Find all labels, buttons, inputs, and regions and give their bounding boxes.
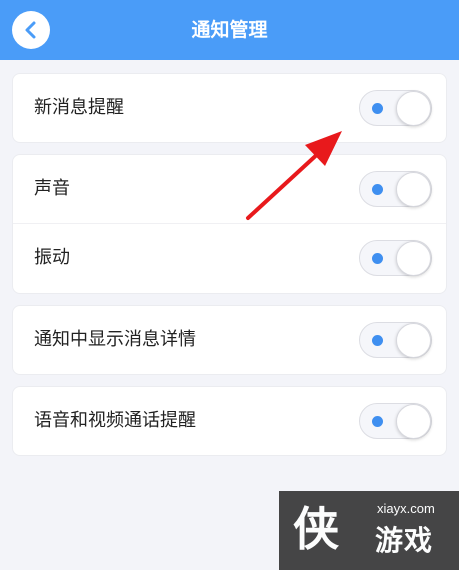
- settings-card-new-message: 新消息提醒: [12, 73, 447, 143]
- setting-row-sound: 声音: [13, 155, 446, 223]
- setting-label-vibration: 振动: [34, 247, 70, 268]
- setting-label-sound: 声音: [34, 178, 70, 199]
- toggle-knob: [396, 241, 431, 276]
- setting-label-show-details: 通知中显示消息详情: [34, 329, 196, 350]
- toggle-knob: [396, 323, 431, 358]
- vibration-toggle[interactable]: [359, 240, 432, 276]
- setting-label-call-reminder: 语音和视频通话提醒: [34, 410, 196, 431]
- setting-row-show-details: 通知中显示消息详情: [13, 306, 446, 374]
- call-reminder-toggle[interactable]: [359, 403, 432, 439]
- watermark-site: xiayx.com: [377, 501, 435, 516]
- setting-label-new-message: 新消息提醒: [34, 97, 124, 118]
- setting-row-call-reminder: 语音和视频通话提醒: [13, 387, 446, 455]
- watermark-logo: 侠: [293, 502, 339, 556]
- toggle-indicator-dot: [372, 103, 383, 114]
- watermark: 侠 xiayx.com 游戏: [279, 491, 459, 570]
- toggle-indicator-dot: [372, 184, 383, 195]
- setting-row-vibration: 振动: [13, 223, 446, 292]
- settings-card-calls: 语音和视频通话提醒: [12, 386, 447, 456]
- settings-card-sound-vibration: 声音 振动: [12, 154, 447, 294]
- watermark-name: 游戏: [375, 524, 434, 557]
- toggle-knob: [396, 172, 431, 207]
- sound-toggle[interactable]: [359, 171, 432, 207]
- page-title: 通知管理: [191, 19, 268, 41]
- settings-card-details: 通知中显示消息详情: [12, 305, 447, 375]
- toggle-knob: [396, 91, 431, 126]
- toggle-indicator-dot: [372, 253, 383, 264]
- setting-row-new-message: 新消息提醒: [13, 74, 446, 142]
- new-message-toggle[interactable]: [359, 90, 432, 126]
- show-details-toggle[interactable]: [359, 322, 432, 358]
- toggle-indicator-dot: [372, 416, 383, 427]
- top-bar: 通知管理: [0, 0, 459, 60]
- toggle-indicator-dot: [372, 335, 383, 346]
- toggle-knob: [396, 404, 431, 439]
